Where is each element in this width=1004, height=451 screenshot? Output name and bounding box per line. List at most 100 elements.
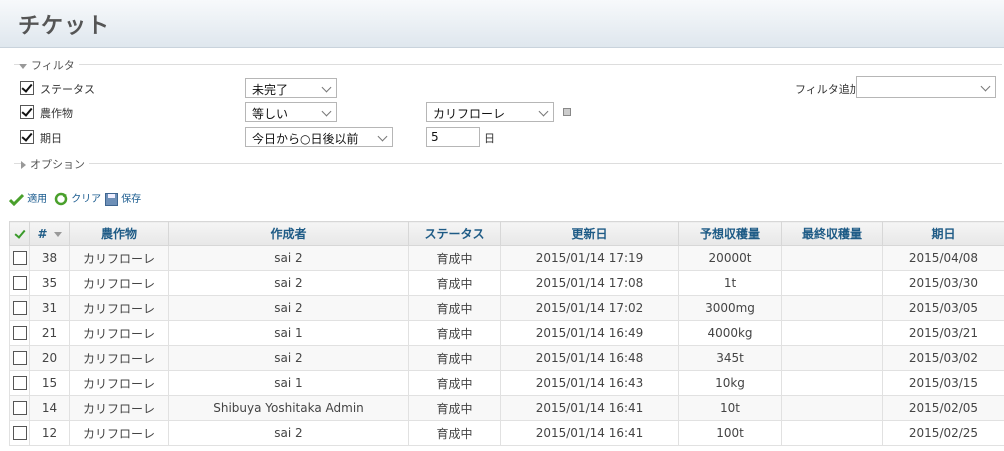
- column-header-expected-yield[interactable]: 予想収穫量: [678, 221, 782, 246]
- options-legend[interactable]: オプション: [21, 156, 89, 172]
- row-checkbox[interactable]: [9, 395, 30, 421]
- cell-due-date: 2015/03/15: [882, 370, 1004, 396]
- table-row[interactable]: 20 カリフローレ sai 2 育成中 2015/01/14 16:48 345t 2015…: [9, 345, 1004, 371]
- cell-expected-yield: 20000t: [678, 245, 782, 271]
- row-select-checkbox[interactable]: [12, 376, 27, 391]
- cell-updated: 2015/01/14 16:41: [500, 420, 679, 446]
- cell-due-date: 2015/02/05: [882, 395, 1004, 421]
- row-select-checkbox[interactable]: [12, 301, 27, 316]
- table-row[interactable]: 15 カリフローレ sai 1 育成中 2015/01/14 16:43 10kg 2015…: [9, 370, 1004, 396]
- filter-legend[interactable]: フィルタ: [19, 57, 79, 73]
- cell-due-date: 2015/02/25: [882, 420, 1004, 446]
- column-header-final-yield[interactable]: 最終収穫量: [781, 221, 883, 246]
- cell-crop: カリフローレ: [69, 395, 169, 421]
- filter-status-operator-value: 未完了: [252, 83, 289, 97]
- save-link[interactable]: 保存: [105, 190, 141, 206]
- apply-link[interactable]: 適用: [8, 190, 48, 206]
- row-checkbox[interactable]: [9, 245, 30, 271]
- filter-due-label: 期日: [40, 132, 62, 145]
- table-row[interactable]: 38 カリフローレ sai 2 育成中 2015/01/14 17:19 20000t 20…: [9, 245, 1004, 271]
- row-checkbox[interactable]: [9, 370, 30, 396]
- cell-expected-yield: 100t: [678, 420, 782, 446]
- select-all-toggle[interactable]: [9, 221, 30, 246]
- row-select-checkbox[interactable]: [12, 426, 27, 441]
- filter-due-operator-select[interactable]: 今日から○日後以前: [245, 127, 393, 147]
- table-row[interactable]: 31 カリフローレ sai 2 育成中 2015/01/14 17:02 3000mg 20…: [9, 295, 1004, 321]
- row-select-checkbox[interactable]: [12, 401, 27, 416]
- cell-crop: カリフローレ: [69, 420, 169, 446]
- cell-expected-yield: 345t: [678, 345, 782, 371]
- cell-id[interactable]: 35: [29, 270, 70, 296]
- toggle-multiselect-icon[interactable]: [563, 108, 571, 116]
- cell-id[interactable]: 20: [29, 345, 70, 371]
- row-checkbox[interactable]: [9, 345, 30, 371]
- add-filter-select[interactable]: [856, 76, 996, 98]
- row-select-checkbox[interactable]: [12, 251, 27, 266]
- cell-status: 育成中: [408, 320, 501, 346]
- table-row[interactable]: 14 カリフローレ Shibuya Yoshitaka Admin 育成中 2015/0…: [9, 395, 1004, 421]
- row-checkbox[interactable]: [9, 270, 30, 296]
- cell-id[interactable]: 21: [29, 320, 70, 346]
- column-header-id-label: #: [37, 226, 48, 241]
- cell-id[interactable]: 38: [29, 245, 70, 271]
- cell-due-date: 2015/03/21: [882, 320, 1004, 346]
- table-row[interactable]: 35 カリフローレ sai 2 育成中 2015/01/14 17:08 1t 2015/0…: [9, 270, 1004, 296]
- row-checkbox[interactable]: [9, 295, 30, 321]
- table-row[interactable]: 21 カリフローレ sai 1 育成中 2015/01/14 16:49 4000kg 20…: [9, 320, 1004, 346]
- chevron-down-icon: [377, 131, 388, 142]
- filter-crop-checkbox[interactable]: [20, 105, 34, 119]
- cell-author: sai 2: [168, 295, 409, 321]
- row-select-checkbox[interactable]: [12, 351, 27, 366]
- cell-final-yield: [781, 395, 883, 421]
- column-header-updated[interactable]: 更新日: [500, 221, 679, 246]
- cell-author: sai 1: [168, 370, 409, 396]
- cell-status: 育成中: [408, 420, 501, 446]
- filter-status-operator-select[interactable]: 未完了: [245, 78, 337, 98]
- chevron-down-icon: [321, 82, 332, 93]
- cell-status: 育成中: [408, 395, 501, 421]
- filter-crop-value-select[interactable]: カリフローレ: [426, 102, 554, 122]
- filter-due-days-input[interactable]: 5: [426, 127, 480, 147]
- row-select-checkbox[interactable]: [12, 276, 27, 291]
- row-checkbox[interactable]: [9, 420, 30, 446]
- column-header-crop[interactable]: 農作物: [69, 221, 169, 246]
- cell-updated: 2015/01/14 17:02: [500, 295, 679, 321]
- column-header-status[interactable]: ステータス: [408, 221, 501, 246]
- filter-crop-operator-select[interactable]: 等しい: [245, 102, 337, 122]
- cell-due-date: 2015/03/05: [882, 295, 1004, 321]
- row-checkbox[interactable]: [9, 320, 30, 346]
- cell-status: 育成中: [408, 345, 501, 371]
- cell-id[interactable]: 15: [29, 370, 70, 396]
- cell-status: 育成中: [408, 245, 501, 271]
- cell-author: sai 1: [168, 320, 409, 346]
- filter-due-checkbox[interactable]: [20, 130, 34, 144]
- cell-updated: 2015/01/14 16:48: [500, 345, 679, 371]
- add-filter-label: フィルタ追加: [795, 83, 861, 96]
- column-header-author[interactable]: 作成者: [168, 221, 409, 246]
- cell-updated: 2015/01/14 16:41: [500, 395, 679, 421]
- cell-author: sai 2: [168, 270, 409, 296]
- column-header-due-date[interactable]: 期日: [882, 221, 1004, 246]
- chevron-down-icon: [980, 81, 991, 92]
- issue-table: # 農作物 作成者 ステータス 更新日 予想収穫量 最終収穫量 期日 38 カリフ…: [9, 221, 1004, 446]
- cell-author: sai 2: [168, 245, 409, 271]
- cell-id[interactable]: 14: [29, 395, 70, 421]
- column-header-id[interactable]: #: [29, 221, 70, 246]
- cell-expected-yield: 3000mg: [678, 295, 782, 321]
- cell-crop: カリフローレ: [69, 320, 169, 346]
- cell-author: sai 2: [168, 420, 409, 446]
- cell-expected-yield: 10kg: [678, 370, 782, 396]
- cell-id[interactable]: 31: [29, 295, 70, 321]
- sort-desc-icon: [53, 231, 62, 237]
- collapse-arrow-icon: [19, 63, 27, 69]
- cell-updated: 2015/01/14 17:19: [500, 245, 679, 271]
- apply-label: 適用: [27, 194, 48, 205]
- cell-expected-yield: 4000kg: [678, 320, 782, 346]
- row-select-checkbox[interactable]: [12, 326, 27, 341]
- cell-id[interactable]: 12: [29, 420, 70, 446]
- filter-status-checkbox[interactable]: [20, 81, 34, 95]
- filter-divider: [14, 64, 1002, 65]
- cell-updated: 2015/01/14 17:08: [500, 270, 679, 296]
- table-row[interactable]: 12 カリフローレ sai 2 育成中 2015/01/14 16:41 100t 2015…: [9, 420, 1004, 446]
- clear-link[interactable]: クリア: [54, 190, 101, 206]
